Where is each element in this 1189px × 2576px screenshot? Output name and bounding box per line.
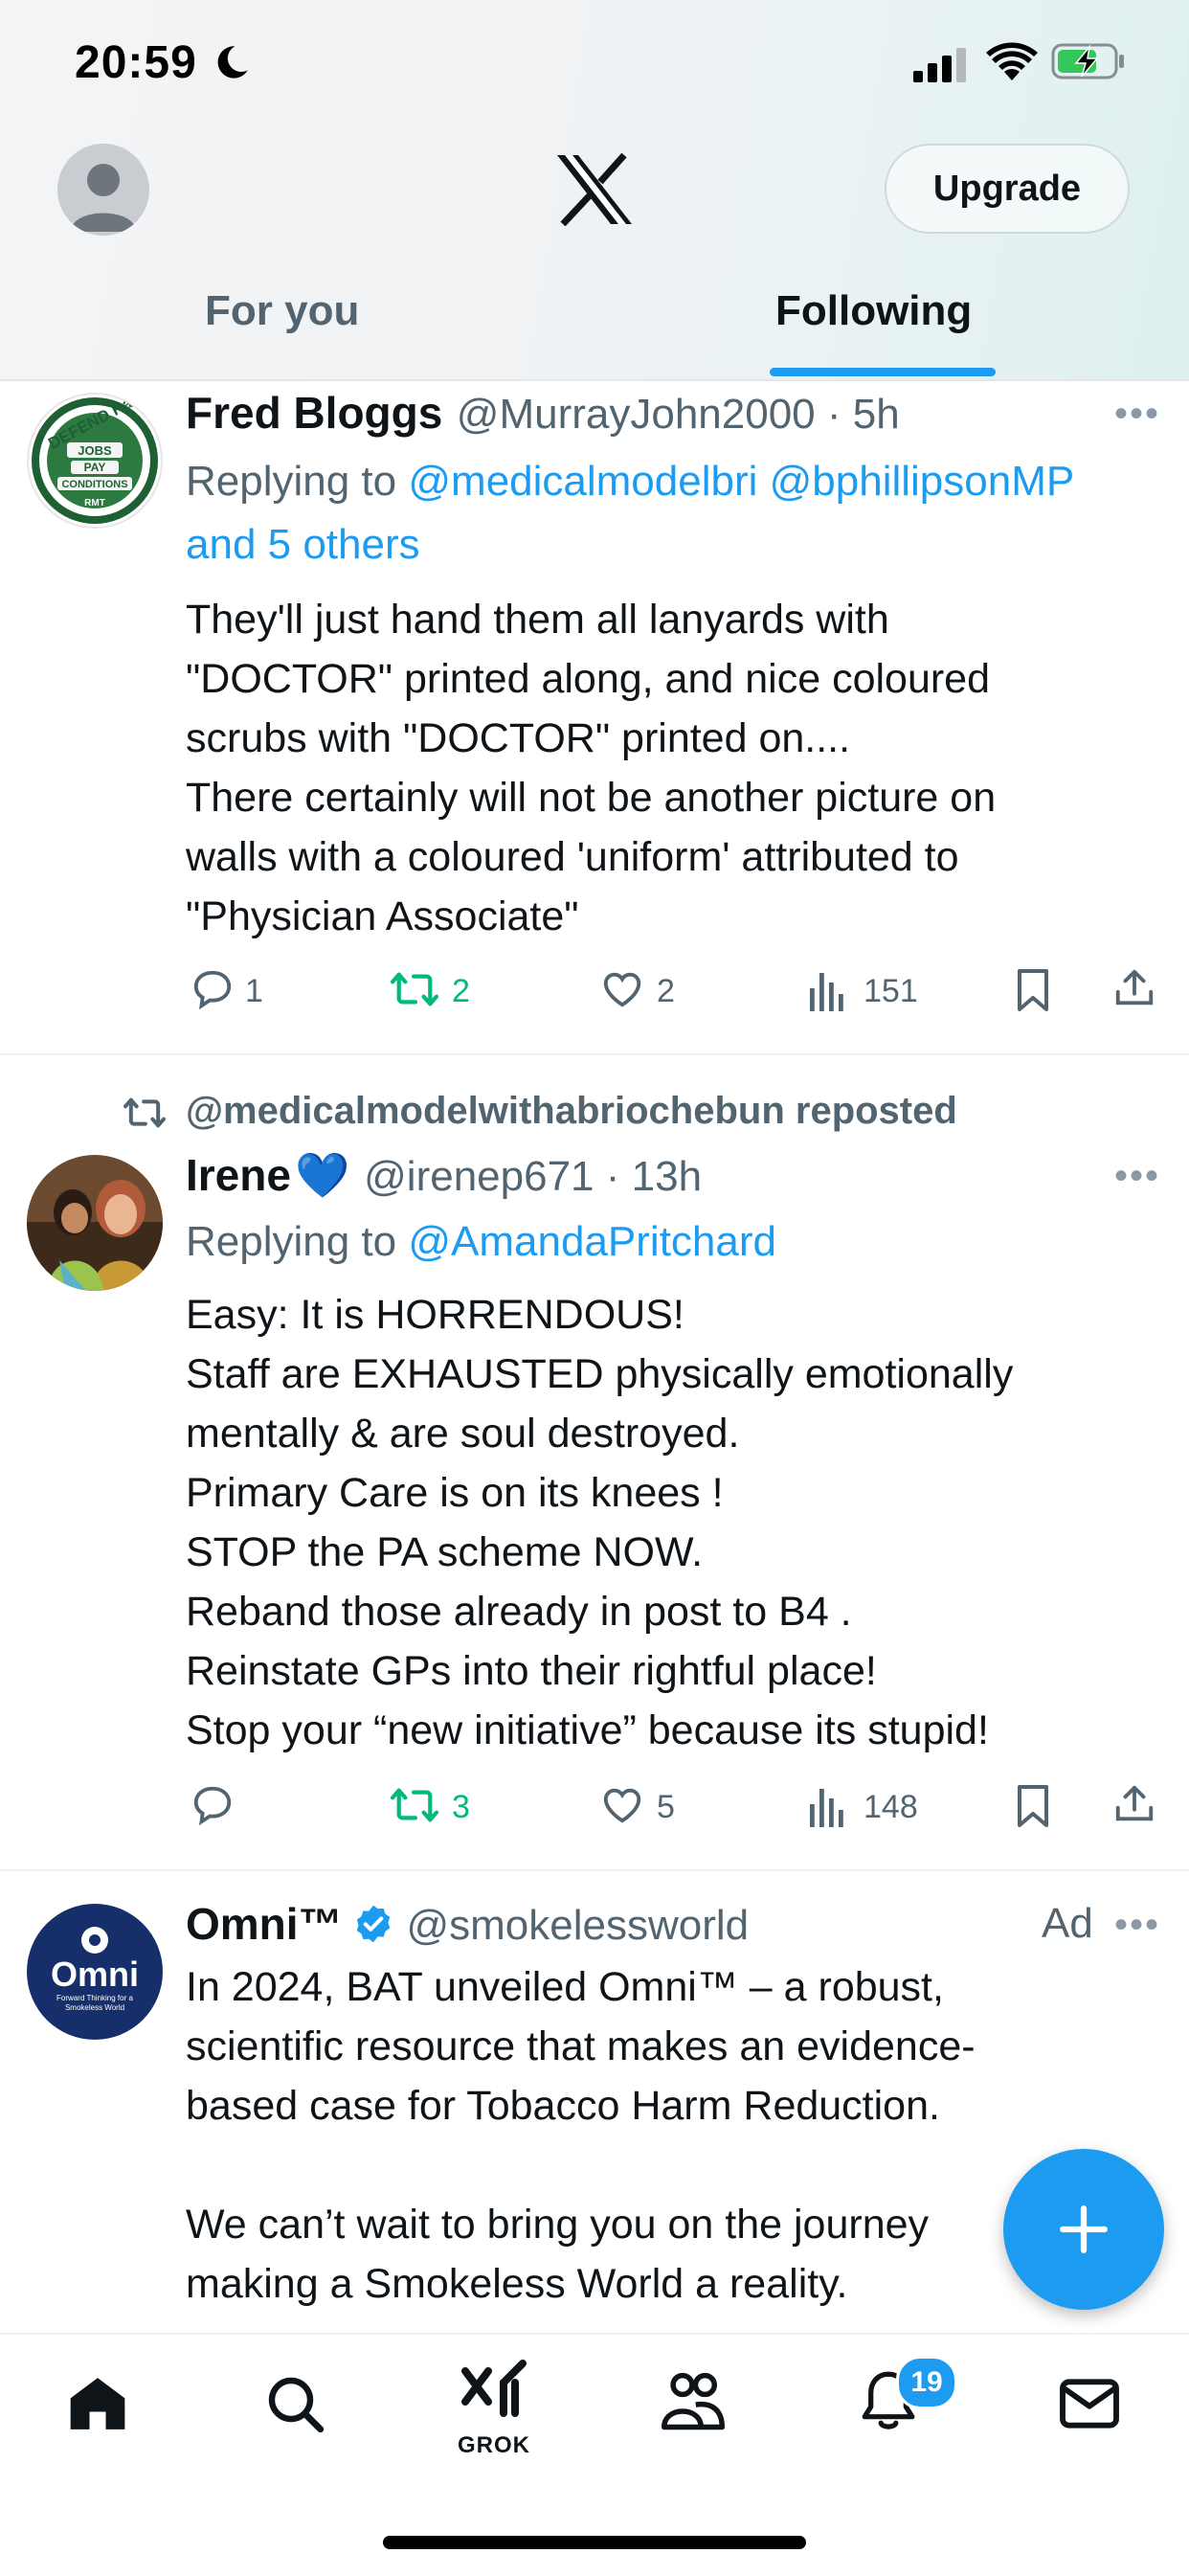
bookmark-icon[interactable] bbox=[1013, 967, 1053, 1013]
home-indicator[interactable] bbox=[383, 2536, 806, 2549]
communities-icon[interactable] bbox=[659, 2369, 728, 2432]
search-icon[interactable] bbox=[264, 2373, 325, 2434]
display-name[interactable]: Omni™ bbox=[186, 1899, 343, 1949]
dot-separator: · bbox=[594, 1153, 632, 1200]
verified-badge-icon bbox=[356, 1905, 391, 1943]
tweet-header: Irene 💙 @irenep671 · 13h bbox=[186, 1149, 702, 1202]
messages-envelope-icon[interactable] bbox=[1059, 2377, 1120, 2430]
tab-following[interactable]: Following bbox=[775, 287, 972, 335]
views-chart-icon[interactable] bbox=[808, 1785, 846, 1827]
handle[interactable]: @irenep671 bbox=[364, 1153, 594, 1200]
share-icon[interactable] bbox=[1112, 1781, 1156, 1827]
share-icon[interactable] bbox=[1112, 965, 1156, 1011]
top-header: 20:59 Upgrade For you Following bbox=[0, 0, 1189, 381]
replying-others[interactable]: and 5 others bbox=[186, 521, 420, 568]
like-heart-icon[interactable] bbox=[599, 1783, 645, 1827]
avatar-rmt-text: RMT bbox=[84, 498, 105, 508]
replying-to: Replying to @AmandaPritchard bbox=[186, 1210, 1181, 1274]
display-name[interactable]: Fred Bloggs bbox=[186, 388, 442, 438]
reply-icon[interactable] bbox=[190, 1783, 236, 1827]
cellular-signal-icon bbox=[913, 48, 966, 82]
x-logo-icon bbox=[557, 153, 632, 226]
more-options-icon[interactable]: ••• bbox=[1114, 393, 1160, 436]
profile-avatar-button[interactable] bbox=[57, 144, 149, 236]
handle[interactable]: @smokelessworld bbox=[406, 1902, 749, 1949]
bookmark-icon[interactable] bbox=[1013, 1783, 1053, 1829]
replying-handles[interactable]: @AmandaPritchard bbox=[408, 1218, 776, 1265]
grok-icon[interactable] bbox=[461, 2360, 530, 2417]
like-count: 2 bbox=[657, 973, 675, 1009]
reposted-by[interactable]: @medicalmodelwithabriochebun reposted bbox=[186, 1090, 957, 1133]
tweet-header: Fred Bloggs @MurrayJohn2000 · 5h bbox=[186, 387, 900, 439]
plus-icon bbox=[1060, 2205, 1108, 2253]
ad-label: Ad bbox=[1042, 1900, 1093, 1947]
avatar-conditions-text: CONDITIONS bbox=[61, 479, 127, 490]
reply-count: 1 bbox=[245, 973, 263, 1009]
compose-post-button[interactable] bbox=[1003, 2149, 1164, 2310]
reply-icon[interactable] bbox=[190, 967, 236, 1011]
avatar-jobs-text: JOBS bbox=[78, 443, 112, 458]
display-name[interactable]: Irene bbox=[186, 1150, 291, 1200]
repost-indicator-icon bbox=[123, 1097, 166, 1128]
avatar[interactable] bbox=[27, 1155, 163, 1291]
status-time: 20:59 bbox=[75, 37, 197, 88]
avatar[interactable]: DEFEND Rail JOBS PAY CONDITIONS RMT bbox=[27, 393, 163, 529]
avatar[interactable]: Omni Forward Thinking for a Smokeless Wo… bbox=[27, 1904, 163, 2040]
tweet-divider bbox=[0, 1053, 1189, 1055]
more-options-icon[interactable]: ••• bbox=[1114, 1155, 1160, 1198]
repost-count: 2 bbox=[452, 973, 470, 1009]
avatar-pay-text: PAY bbox=[84, 461, 106, 474]
wifi-icon bbox=[986, 42, 1038, 80]
views-count: 151 bbox=[864, 973, 918, 1009]
tweet-divider bbox=[0, 1869, 1189, 1871]
tweet-header: Omni™ @smokelessworld bbox=[186, 1898, 749, 1950]
tab-for-you[interactable]: For you bbox=[205, 287, 359, 335]
blue-heart-emoji: 💙 bbox=[295, 1150, 350, 1200]
like-heart-icon[interactable] bbox=[599, 967, 645, 1011]
default-avatar-icon bbox=[71, 164, 136, 232]
more-options-icon[interactable]: ••• bbox=[1114, 1904, 1160, 1947]
tweet-text: They'll just hand them all lanyards with… bbox=[186, 597, 997, 939]
repost-count: 3 bbox=[452, 1789, 470, 1825]
repost-icon[interactable] bbox=[389, 967, 440, 1011]
replying-handles[interactable]: @medicalmodelbri @bphillipsonMP bbox=[408, 458, 1074, 505]
active-tab-indicator bbox=[770, 368, 996, 376]
views-chart-icon[interactable] bbox=[808, 969, 846, 1011]
replying-prefix: Replying to bbox=[186, 458, 397, 505]
upgrade-button[interactable]: Upgrade bbox=[885, 144, 1130, 234]
timestamp: 13h bbox=[631, 1153, 703, 1200]
views-count: 148 bbox=[864, 1789, 918, 1825]
like-count: 5 bbox=[657, 1789, 675, 1825]
timestamp: 5h bbox=[852, 391, 900, 438]
replying-to: Replying to @medicalmodelbri @bphillipso… bbox=[186, 450, 1181, 576]
notification-count-badge: 19 bbox=[896, 2356, 957, 2409]
handle[interactable]: @MurrayJohn2000 bbox=[457, 391, 816, 438]
repost-icon[interactable] bbox=[389, 1783, 440, 1827]
battery-charging-icon bbox=[1051, 43, 1124, 79]
tweet-text: Easy: It is HORRENDOUS! Staff are EXHAUS… bbox=[186, 1292, 1014, 1753]
home-icon[interactable] bbox=[65, 2371, 130, 2436]
avatar-omni-text: Omni bbox=[51, 1955, 139, 1994]
grok-label: GROK bbox=[458, 2432, 530, 2458]
moon-icon bbox=[217, 46, 248, 79]
avatar-omni-subtext: Forward Thinking for a Smokeless World bbox=[56, 1994, 133, 2012]
replying-prefix: Replying to bbox=[186, 1218, 397, 1265]
dot-separator: · bbox=[815, 391, 853, 438]
